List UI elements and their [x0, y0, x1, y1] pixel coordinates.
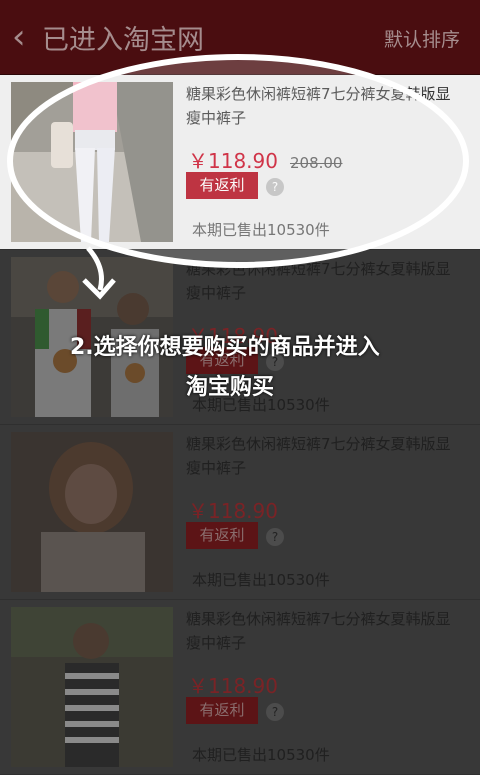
product-image [11, 607, 173, 767]
product-name[interactable]: 糖果彩色休闲裤短裤7七分裤女夏韩版显瘦中裤子 [186, 432, 461, 480]
product-name[interactable]: 糖果彩色休闲裤短裤7七分裤女夏韩版显瘦中裤子 [186, 82, 461, 130]
page-title: 已进入淘宝网 [42, 25, 204, 56]
price-row: ￥118.90 208.00 [188, 145, 342, 173]
price-row: ￥118.90 [188, 670, 278, 698]
product-name[interactable]: 糖果彩色休闲裤短裤7七分裤女夏韩版显瘦中裤子 [186, 607, 461, 655]
rebate-badge[interactable]: 有返利 [186, 697, 258, 724]
help-icon[interactable]: ? [266, 528, 284, 546]
product-item[interactable]: 糖果彩色休闲裤短裤7七分裤女夏韩版显瘦中裤子 ￥118.90 有返利 ? 本期已… [0, 425, 480, 600]
help-icon[interactable]: ? [266, 178, 284, 196]
header-bar: ‹ 已进入淘宝网 默认排序 [0, 0, 480, 75]
product-item[interactable]: 糖果彩色休闲裤短裤7七分裤女夏韩版显瘦中裤子 ￥118.90 208.00 有返利… [0, 75, 480, 250]
original-price: 208.00 [289, 154, 343, 172]
sold-count: 本期已售出10530件 [192, 571, 330, 589]
product-price: ￥118.90 [188, 674, 278, 698]
tutorial-instruction: 2.选择你想要购买的商品并进入 淘宝购买 [70, 328, 430, 408]
product-item[interactable]: 糖果彩色休闲裤短裤7七分裤女夏韩版显瘦中裤子 ￥118.90 有返利 ? 本期已… [0, 600, 480, 775]
product-image [11, 432, 173, 592]
sold-count: 本期已售出10530件 [192, 746, 330, 764]
tutorial-line-1: 2.选择你想要购买的商品并进入 [70, 335, 380, 360]
product-price: ￥118.90 [188, 499, 278, 523]
product-price: ￥118.90 [188, 149, 278, 173]
rebate-badge[interactable]: 有返利 [186, 172, 258, 199]
help-icon[interactable]: ? [266, 703, 284, 721]
product-image [11, 82, 173, 242]
chevron-left-icon[interactable]: ‹ [12, 20, 42, 54]
rebate-badge[interactable]: 有返利 [186, 522, 258, 549]
sort-button[interactable]: 默认排序 [384, 25, 460, 52]
product-list: 糖果彩色休闲裤短裤7七分裤女夏韩版显瘦中裤子 ￥118.90 208.00 有返利… [0, 75, 480, 775]
sold-count: 本期已售出10530件 [192, 221, 330, 239]
product-name[interactable]: 糖果彩色休闲裤短裤7七分裤女夏韩版显瘦中裤子 [186, 257, 461, 305]
tutorial-line-2: 淘宝购买 [185, 375, 274, 400]
price-row: ￥118.90 [188, 495, 278, 523]
